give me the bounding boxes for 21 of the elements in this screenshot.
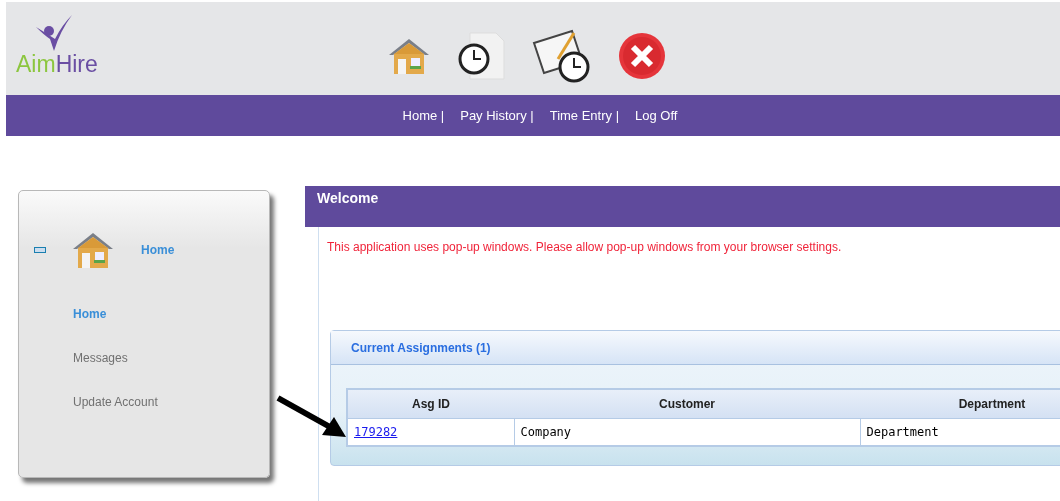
column-header: Asg ID xyxy=(347,389,514,419)
table-cell: Department xyxy=(860,418,1060,446)
logo-text: AimHire xyxy=(16,51,98,78)
panel-title: Current Assignments (1) xyxy=(351,340,491,355)
nav-link[interactable]: Log Off xyxy=(635,108,678,123)
collapse-icon[interactable] xyxy=(34,247,46,253)
nav-link[interactable]: Pay History | xyxy=(460,108,534,123)
sidebar-item[interactable]: Messages xyxy=(73,350,128,366)
nav-link[interactable]: Home | xyxy=(402,108,445,123)
notice-text: This application uses pop-up windows. Please allow pop-up windows from your browser settings. xyxy=(327,239,843,254)
nav-link[interactable]: Time Entry | xyxy=(549,108,620,123)
close-icon[interactable] xyxy=(618,31,666,80)
planner-clock-icon[interactable] xyxy=(532,28,592,83)
column-header: Customer xyxy=(514,389,860,419)
assignment-link[interactable]: 179282 xyxy=(354,425,398,439)
sidebar-item[interactable]: Update Account xyxy=(73,394,158,410)
clock-document-icon[interactable] xyxy=(458,30,506,81)
welcome-header: Welcome xyxy=(305,186,1060,227)
pointer-arrow xyxy=(276,395,348,439)
column-header: Department xyxy=(860,389,1060,419)
table-cell: Company xyxy=(514,418,860,446)
